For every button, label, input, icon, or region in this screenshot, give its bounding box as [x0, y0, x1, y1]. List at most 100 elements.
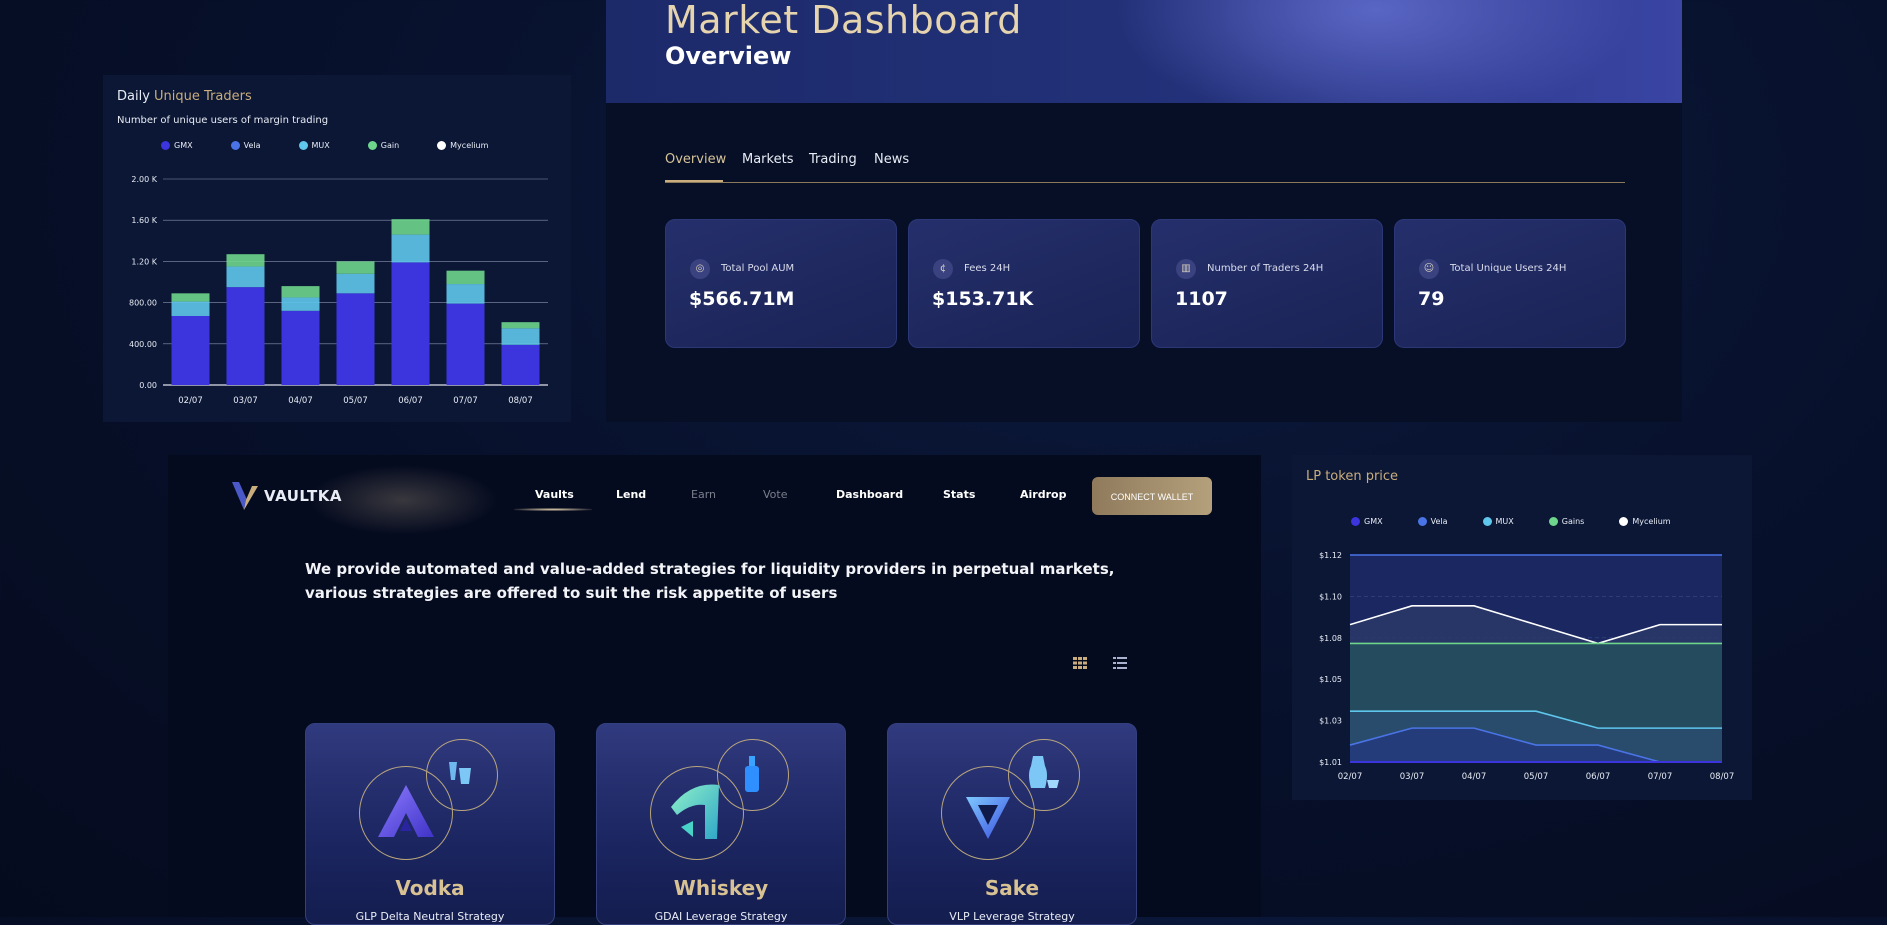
- vodka-logo-badge: [359, 766, 453, 860]
- stat-value: 79: [1418, 288, 1445, 310]
- stat-value: $153.71K: [932, 288, 1034, 310]
- nav-dashboard[interactable]: Dashboard: [836, 488, 903, 501]
- y-tick-label: $1.08: [1319, 634, 1342, 643]
- bar-segment-mux: [226, 266, 265, 288]
- x-tick-label: 07/07: [453, 396, 478, 406]
- x-tick-label: 05/07: [343, 396, 368, 406]
- bar-segment-gmx: [446, 303, 485, 385]
- y-tick-label: 800.00: [129, 299, 157, 308]
- bar-segment-mux: [336, 273, 375, 294]
- user-icon: ☺: [1419, 259, 1439, 279]
- nav-stats[interactable]: Stats: [943, 488, 975, 501]
- tab-trading[interactable]: Trading: [809, 152, 857, 167]
- stat-label: Total Pool AUM: [721, 263, 795, 274]
- x-tick-label: 08/07: [1710, 772, 1735, 782]
- vault-name: Sake: [984, 876, 1040, 900]
- bar-segment-gmx: [391, 262, 430, 385]
- bar-segment-gain: [501, 322, 540, 329]
- y-tick-label: $1.05: [1319, 675, 1342, 684]
- y-tick-label: 0.00: [139, 381, 157, 390]
- market-dashboard-panel: Market Dashboard Overview Overview Marke…: [606, 0, 1682, 422]
- nav-earn[interactable]: Earn: [691, 488, 716, 501]
- y-tick-label: $1.03: [1319, 717, 1342, 726]
- bar-segment-gmx: [171, 315, 210, 385]
- bar-segment-gmx: [226, 287, 265, 385]
- y-tick-label: 2.00 K: [131, 175, 157, 184]
- stat-value: 1107: [1175, 288, 1228, 310]
- daily-unique-traders-panel: Daily Unique Traders Number of unique us…: [103, 75, 571, 422]
- stat-label: Total Unique Users 24H: [1450, 263, 1567, 274]
- y-tick-label: 1.20 K: [131, 257, 157, 266]
- tab-markets[interactable]: Markets: [742, 152, 793, 167]
- bar-segment-gain: [446, 270, 485, 285]
- dashboard-tabs: Overview Markets Trading News: [665, 152, 1625, 183]
- y-tick-label: $1.10: [1319, 592, 1342, 601]
- stat-label: Fees 24H: [964, 263, 1011, 274]
- stat-card-pool-aum: ◎ Total Pool AUM $566.71M: [665, 219, 897, 348]
- vaultka-tagline: We provide automated and value-added str…: [305, 560, 1115, 602]
- bar-segment-mux: [171, 301, 210, 316]
- active-nav-indicator: [514, 508, 592, 511]
- vaultka-logo-text: VAULTKA: [264, 487, 342, 505]
- x-tick-label: 03/07: [233, 396, 258, 406]
- bar-segment-gain: [171, 293, 210, 302]
- x-tick-label: 07/07: [1648, 772, 1673, 782]
- dashboard-title: Market Dashboard: [665, 0, 1022, 42]
- active-tab-indicator: [665, 180, 723, 182]
- y-tick-label: $1.01: [1319, 758, 1342, 767]
- fees-icon: ¢: [933, 259, 953, 279]
- bar-segment-gmx: [281, 310, 320, 385]
- x-tick-label: 03/07: [1400, 772, 1425, 782]
- sake-logo-icon: [966, 797, 1010, 839]
- bar-segment-mux: [446, 284, 485, 304]
- y-tick-label: 1.60 K: [131, 216, 157, 225]
- vodka-logo-icon: [378, 785, 434, 837]
- nav-vaults[interactable]: Vaults: [535, 488, 574, 501]
- bar-segment-gmx: [336, 293, 375, 385]
- vaultka-logo[interactable]: VAULTKA: [230, 478, 342, 514]
- tab-overview[interactable]: Overview: [665, 152, 726, 167]
- dashboard-subtitle: Overview: [665, 42, 792, 70]
- x-tick-label: 04/07: [1462, 772, 1487, 782]
- connect-wallet-button[interactable]: CONNECT WALLET: [1092, 477, 1212, 515]
- stat-value: $566.71M: [689, 288, 795, 310]
- traders-bar-chart: 0.00 400.00 800.00 1.20 K 1.60 K 2.00 K 02/07 0…: [129, 175, 548, 406]
- nav-airdrop[interactable]: Airdrop: [1020, 488, 1066, 501]
- nav-lend[interactable]: Lend: [616, 488, 646, 501]
- bar-segment-gain: [226, 254, 265, 267]
- y-tick-label: 400.00: [129, 340, 157, 349]
- whiskey-logo-badge: [650, 766, 744, 860]
- vaultka-navbar: VAULTKA Vaults Lend Earn Vote Dashboard …: [168, 455, 1261, 535]
- bar-segment-mux: [501, 328, 540, 345]
- x-tick-label: 02/07: [178, 396, 203, 406]
- lp-area-chart: $1.01 $1.03 $1.05 $1.08 $1.10 $1.12 02/07 03/07…: [1319, 551, 1735, 782]
- x-tick-label: 04/07: [288, 396, 313, 406]
- bar-segment-gain: [336, 261, 375, 274]
- dashboard-hero: Market Dashboard Overview: [606, 0, 1682, 103]
- x-tick-label: 05/07: [1524, 772, 1549, 782]
- sake-logo-badge: [941, 766, 1035, 860]
- x-tick-label: 08/07: [508, 396, 533, 406]
- vault-name: Vodka: [395, 876, 465, 900]
- pool-icon: ◎: [690, 259, 710, 279]
- y-tick-label: $1.12: [1319, 551, 1342, 560]
- nav-vote[interactable]: Vote: [763, 488, 787, 501]
- bar-segment-mux: [391, 234, 430, 263]
- vault-card-whiskey[interactable]: Whiskey GDAI Leverage Strategy: [596, 723, 846, 925]
- x-tick-label: 02/07: [1338, 772, 1363, 782]
- bar-segment-gain: [391, 219, 430, 235]
- vault-card-vodka[interactable]: Vodka GLP Delta Neutral Strategy: [305, 723, 555, 925]
- whiskey-logo-icon: [671, 784, 719, 839]
- stat-label: Number of Traders 24H: [1207, 263, 1324, 274]
- x-tick-label: 06/07: [1586, 772, 1611, 782]
- vaultka-panel: VAULTKA Vaults Lend Earn Vote Dashboard …: [168, 455, 1261, 925]
- vault-card-sake[interactable]: Sake VLP Leverage Strategy: [887, 723, 1137, 925]
- grid-view-icon[interactable]: [1073, 657, 1087, 669]
- vaultka-logo-icon: [232, 482, 258, 510]
- bar-segment-mux: [281, 297, 320, 311]
- tab-news[interactable]: News: [874, 152, 909, 167]
- stat-card-unique-users: ☺ Total Unique Users 24H 79: [1394, 219, 1626, 348]
- bar-segment-gain: [281, 286, 320, 298]
- bar-segment-gmx: [501, 344, 540, 385]
- list-view-icon[interactable]: [1113, 657, 1127, 669]
